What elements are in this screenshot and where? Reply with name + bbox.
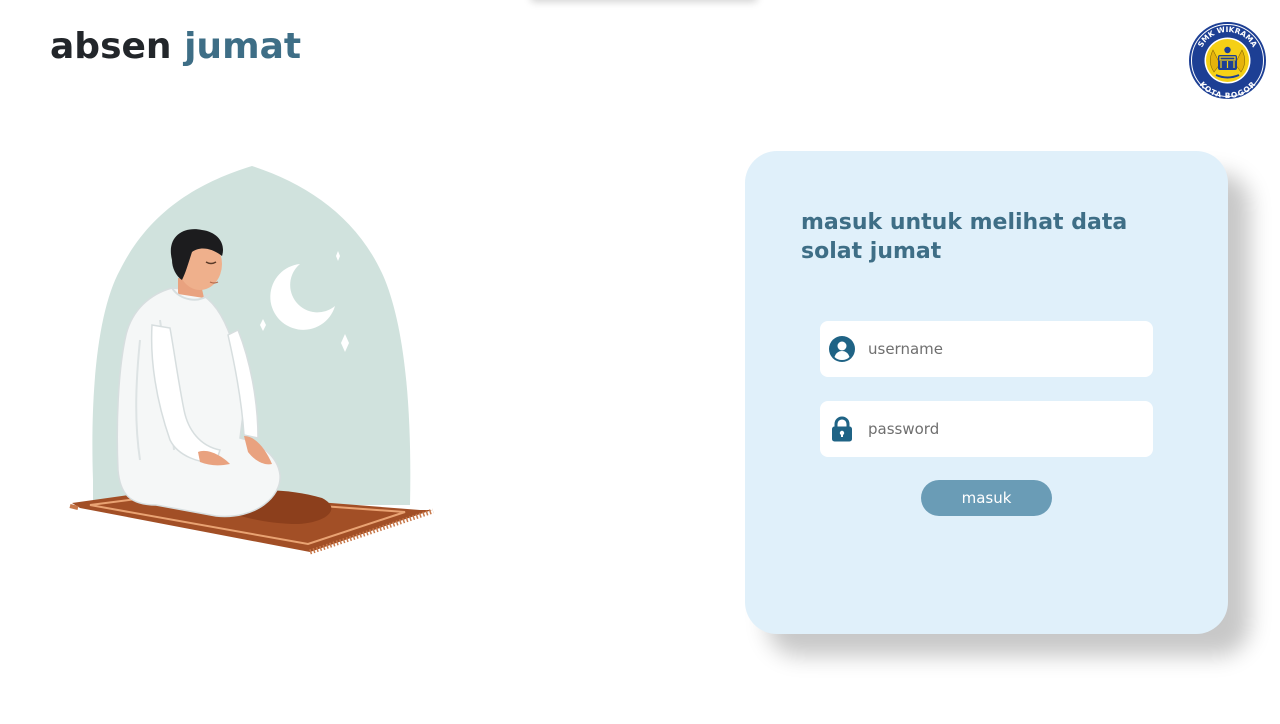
password-input[interactable] bbox=[868, 401, 1138, 457]
username-input[interactable] bbox=[868, 321, 1138, 377]
school-logo: SMK WIKRAMA KOTA BOGOR bbox=[1187, 20, 1268, 101]
login-page: absen jumat SMK WIKRAMA KOTA BOGOR masuk… bbox=[0, 0, 1280, 724]
login-title: masuk untuk melihat data solat jumat bbox=[801, 210, 1128, 264]
lock-icon bbox=[832, 416, 852, 442]
app-title-word-1: absen bbox=[50, 26, 172, 67]
login-card: masuk untuk melihat data solat jumat mas… bbox=[745, 151, 1228, 634]
praying-man-illustration bbox=[69, 166, 434, 555]
app-title: absen jumat bbox=[50, 24, 301, 70]
user-circle-icon bbox=[829, 336, 855, 362]
password-field[interactable] bbox=[820, 401, 1153, 457]
username-field[interactable] bbox=[820, 321, 1153, 377]
login-submit-button[interactable]: masuk bbox=[921, 480, 1052, 516]
app-title-word-2: jumat bbox=[184, 26, 302, 67]
